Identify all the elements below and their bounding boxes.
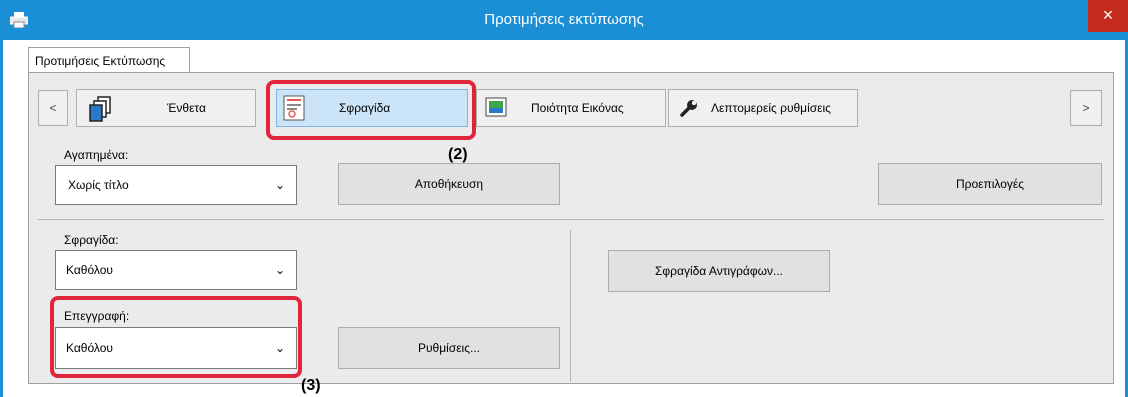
defaults-label: Προεπιλογές xyxy=(955,177,1025,191)
chevron-left-icon: < xyxy=(49,101,57,115)
chevron-down-icon: ⌄ xyxy=(274,263,286,277)
callout-2: (2) xyxy=(448,146,468,163)
settings-button[interactable]: Ρυθμίσεις... xyxy=(338,327,560,369)
scroll-left-button[interactable]: < xyxy=(38,90,68,126)
toolbar-button-detailed-settings[interactable]: Λεπτομερείς ρυθμίσεις xyxy=(668,89,858,127)
divider xyxy=(38,219,1104,220)
window-title: Προτιμήσεις εκτύπωσης xyxy=(484,11,644,28)
favorites-label: Αγαπημένα: xyxy=(64,148,129,162)
defaults-button[interactable]: Προεπιλογές xyxy=(878,163,1102,205)
save-label: Αποθήκευση xyxy=(414,177,484,191)
pages-icon xyxy=(89,96,113,122)
settings-label: Ρυθμίσεις... xyxy=(417,341,481,355)
highlight-box-overlay xyxy=(50,296,302,378)
close-button[interactable]: × xyxy=(1088,0,1128,32)
chevron-right-icon: > xyxy=(1082,101,1090,115)
stamp-value: Καθόλου xyxy=(66,263,113,277)
toolbar-item-label: Λεπτομερείς ρυθμίσεις xyxy=(711,101,831,115)
callout-3: (3) xyxy=(301,377,321,394)
image-quality-icon xyxy=(485,96,507,118)
tab-print-preferences[interactable]: Προτιμήσεις Εκτύπωσης xyxy=(28,47,190,73)
toolbar-button-image-quality[interactable]: Ποιότητα Εικόνας xyxy=(476,89,666,127)
highlight-box-stamp xyxy=(266,80,476,140)
stamp-select[interactable]: Καθόλου ⌄ xyxy=(55,250,297,290)
toolbar-button-inserts[interactable]: Ένθετα xyxy=(76,89,256,127)
favorites-select[interactable]: Χωρίς τίτλο ⌄ xyxy=(55,165,297,205)
tab-label: Προτιμήσεις Εκτύπωσης xyxy=(35,54,166,68)
scroll-right-button[interactable]: > xyxy=(1070,90,1102,126)
toolbar-item-label: Ένθετα xyxy=(167,101,206,115)
close-icon: × xyxy=(1102,5,1114,25)
toolbar-item-label: Ποιότητα Εικόνας xyxy=(531,101,624,115)
wrench-icon xyxy=(679,98,699,118)
stamp-label: Σφραγίδα: xyxy=(64,233,119,247)
copy-stamp-button[interactable]: Σφραγίδα Αντιγράφων... xyxy=(608,250,830,292)
favorites-value: Χωρίς τίτλο xyxy=(68,178,129,192)
vertical-divider xyxy=(570,230,571,382)
copy-stamp-label: Σφραγίδα Αντιγράφων... xyxy=(654,264,784,278)
save-button[interactable]: Αποθήκευση xyxy=(338,163,560,205)
chevron-down-icon: ⌄ xyxy=(274,178,286,192)
